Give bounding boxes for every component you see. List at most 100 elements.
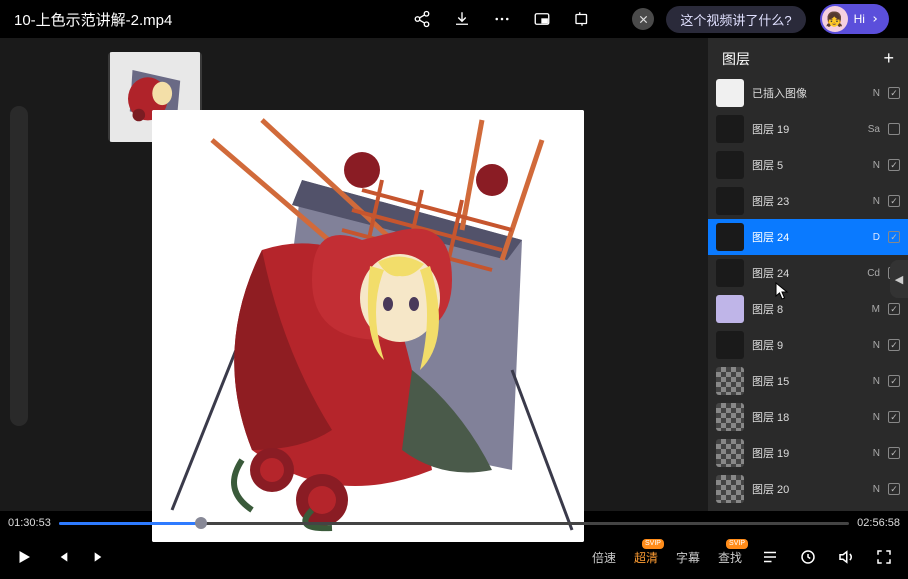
control-bar: 倍速 超清SVIP 字幕 查找SVIP: [0, 535, 908, 579]
layer-blend-mode[interactable]: N: [864, 412, 880, 423]
progress-bar: 01:30:53 02:56:58: [0, 511, 908, 535]
layer-thumbnail: [716, 115, 744, 143]
layer-row[interactable]: 图层 5 N: [708, 147, 908, 183]
layer-blend-mode[interactable]: Sa: [864, 124, 880, 135]
layer-name: 图层 19: [752, 121, 856, 137]
layer-blend-mode[interactable]: Cd: [864, 268, 880, 279]
layer-row[interactable]: 图层 24 Cd: [708, 255, 908, 291]
layer-blend-mode[interactable]: N: [864, 196, 880, 207]
hi-avatar-icon: 👧: [822, 6, 848, 32]
app-left-toolbar[interactable]: [10, 106, 28, 426]
layer-row[interactable]: 图层 23 N: [708, 183, 908, 219]
layer-blend-mode[interactable]: N: [864, 484, 880, 495]
share-icon[interactable]: [412, 9, 432, 29]
title-bar-actions: [412, 8, 654, 30]
layer-row[interactable]: 图层 24D: [708, 219, 908, 255]
layer-name: 图层 19: [752, 445, 856, 461]
layer-thumbnail: [716, 223, 744, 251]
layer-blend-mode[interactable]: N: [864, 448, 880, 459]
layer-row[interactable]: 已插入图像 N: [708, 75, 908, 111]
window-icon[interactable]: [572, 9, 592, 29]
layer-visibility-checkbox[interactable]: [888, 231, 900, 243]
layer-name: 图层 15: [752, 373, 856, 389]
layer-name: 已插入图像: [752, 85, 856, 101]
next-button[interactable]: [90, 547, 110, 567]
layer-name: 图层 8: [752, 301, 856, 317]
layer-thumbnail: [716, 403, 744, 431]
layer-row[interactable]: 图层 21N: [708, 507, 908, 510]
layer-thumbnail: [716, 475, 744, 503]
layer-name: 图层 5: [752, 157, 856, 173]
layer-row[interactable]: 图层 9 N: [708, 327, 908, 363]
video-title: 10-上色示范讲解-2.mp4: [14, 9, 172, 30]
side-expand-tab[interactable]: ◀: [890, 260, 908, 298]
canvas-artwork: ZILA: [152, 110, 584, 542]
layers-panel: 图层 + 已插入图像N图层 19Sa图层 5N图层 23N图层 24D图层 24…: [708, 38, 908, 511]
play-button[interactable]: [14, 547, 34, 567]
pip-icon[interactable]: [532, 9, 552, 29]
layer-blend-mode[interactable]: N: [864, 376, 880, 387]
svip-badge: SVIP: [642, 539, 664, 549]
layer-thumbnail: [716, 259, 744, 287]
subtitle-button[interactable]: 字幕: [676, 549, 700, 566]
layers-title: 图层: [722, 49, 750, 69]
clock-icon[interactable]: [798, 547, 818, 567]
seek-progress: [59, 522, 201, 525]
video-content: ZILA: [0, 38, 908, 511]
playlist-icon[interactable]: [760, 547, 780, 567]
layers-header: 图层 +: [708, 38, 908, 75]
layer-thumbnail: [716, 295, 744, 323]
layer-thumbnail: [716, 439, 744, 467]
hi-assistant-button[interactable]: 👧 Hi: [820, 4, 889, 34]
add-layer-button[interactable]: +: [883, 48, 894, 69]
ai-prompt-bubble[interactable]: 这个视频讲了什么?: [666, 6, 805, 33]
layer-visibility-checkbox[interactable]: [888, 483, 900, 495]
layer-name: 图层 24: [752, 265, 856, 281]
layer-row[interactable]: 图层 20 N: [708, 471, 908, 507]
seek-track[interactable]: [59, 522, 849, 525]
layer-visibility-checkbox[interactable]: [888, 87, 900, 99]
layer-row[interactable]: 图层 18 N: [708, 399, 908, 435]
layer-visibility-checkbox[interactable]: [888, 303, 900, 315]
layer-visibility-checkbox[interactable]: [888, 339, 900, 351]
speed-button[interactable]: 倍速: [592, 549, 616, 566]
layer-name: 图层 23: [752, 193, 856, 209]
time-current: 01:30:53: [8, 517, 51, 529]
more-icon[interactable]: [492, 9, 512, 29]
layer-thumbnail: [716, 331, 744, 359]
layer-blend-mode[interactable]: D: [864, 232, 880, 243]
download-icon[interactable]: [452, 9, 472, 29]
layer-blend-mode[interactable]: N: [864, 340, 880, 351]
layer-row[interactable]: 图层 8 M: [708, 291, 908, 327]
layer-name: 图层 9: [752, 337, 856, 353]
layer-blend-mode[interactable]: N: [864, 160, 880, 171]
layer-row[interactable]: 图层 19 Sa: [708, 111, 908, 147]
layer-thumbnail: [716, 79, 744, 107]
layer-visibility-checkbox[interactable]: [888, 411, 900, 423]
layer-row[interactable]: 图层 19 N: [708, 435, 908, 471]
hi-label: Hi: [854, 12, 865, 26]
layer-list: 已插入图像N图层 19Sa图层 5N图层 23N图层 24D图层 24Cd图层 …: [708, 75, 908, 510]
layer-blend-mode[interactable]: M: [864, 304, 880, 315]
quality-button[interactable]: 超清SVIP: [634, 549, 658, 566]
close-icon[interactable]: [632, 8, 654, 30]
layer-thumbnail: [716, 187, 744, 215]
volume-icon[interactable]: [836, 547, 856, 567]
fullscreen-icon[interactable]: [874, 547, 894, 567]
time-total: 02:56:58: [857, 517, 900, 529]
layer-row[interactable]: 图层 15 N: [708, 363, 908, 399]
layer-visibility-checkbox[interactable]: [888, 159, 900, 171]
prev-button[interactable]: [52, 547, 72, 567]
title-bar: 10-上色示范讲解-2.mp4 这个视频讲了什么? 👧 Hi: [0, 0, 908, 38]
layer-thumbnail: [716, 151, 744, 179]
layer-visibility-checkbox[interactable]: [888, 447, 900, 459]
layer-name: 图层 18: [752, 409, 856, 425]
layer-visibility-checkbox[interactable]: [888, 123, 900, 135]
seek-knob[interactable]: [195, 517, 207, 529]
layer-visibility-checkbox[interactable]: [888, 195, 900, 207]
layer-blend-mode[interactable]: N: [864, 88, 880, 99]
layer-name: 图层 20: [752, 481, 856, 497]
layer-visibility-checkbox[interactable]: [888, 375, 900, 387]
find-button[interactable]: 查找SVIP: [718, 549, 742, 566]
svip-badge: SVIP: [726, 539, 748, 549]
